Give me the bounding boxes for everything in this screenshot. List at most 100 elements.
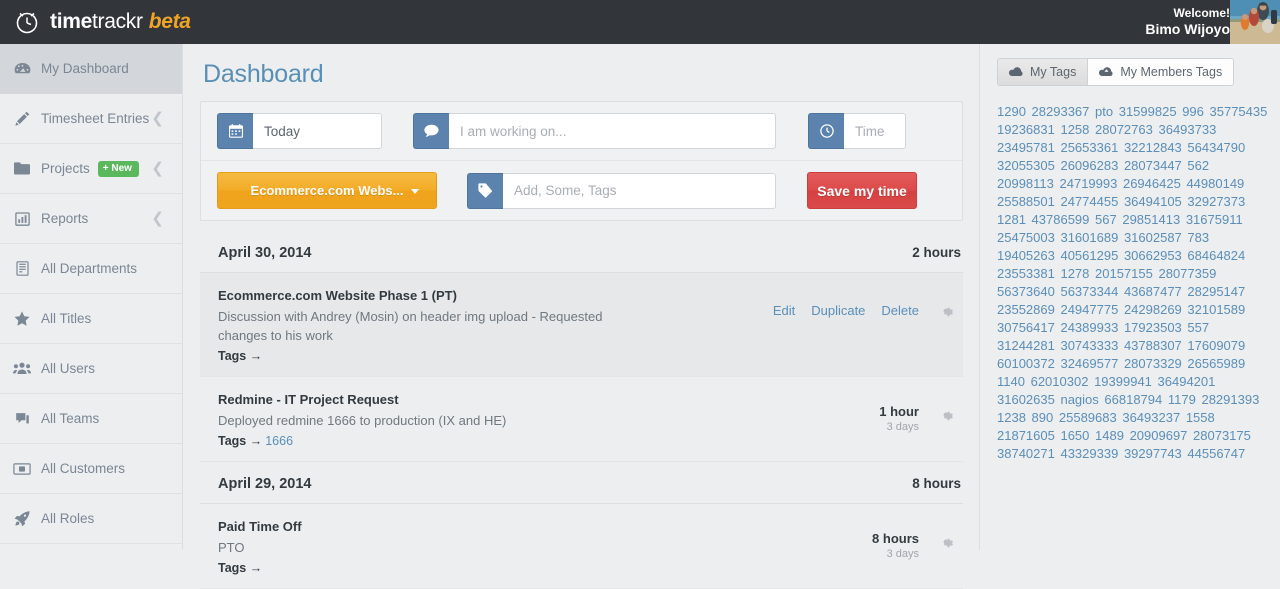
tag-link[interactable]: 31599825 [1119, 104, 1177, 119]
tag-link[interactable]: pto [1095, 104, 1113, 119]
tag-link[interactable]: 25653361 [1060, 140, 1118, 155]
sidebar-item-reports[interactable]: Reports ❮ [0, 194, 182, 244]
chevron-left-icon[interactable]: ❮ [151, 211, 164, 226]
sidebar-item-all-customers[interactable]: All Customers [0, 444, 182, 494]
tag-link[interactable]: 1140 [997, 374, 1025, 389]
project-select-button[interactable]: Ecommerce.com Webs... [217, 172, 437, 209]
entry-row[interactable]: Redmine - IT Project Request Deployed re… [200, 377, 963, 462]
tag-link[interactable]: 28072763 [1095, 122, 1153, 137]
tag-link[interactable]: 19405263 [997, 248, 1055, 263]
tag-link[interactable]: 66818794 [1104, 392, 1162, 407]
tags-input-group[interactable]: Add, Some, Tags [467, 172, 776, 209]
task-input[interactable]: I am working on... [449, 113, 776, 149]
tag-link[interactable]: 28295147 [1187, 284, 1245, 299]
tag-link[interactable]: 44980149 [1186, 176, 1244, 191]
tag-link[interactable]: 31675911 [1186, 212, 1243, 227]
tag-link[interactable]: 29851413 [1122, 212, 1180, 227]
projects-new-badge[interactable]: + New [97, 160, 139, 177]
tag-link[interactable]: 25588501 [997, 194, 1055, 209]
entry-row[interactable]: Ecommerce.com Website Phase 1 (PT) Discu… [200, 273, 963, 377]
tag-link[interactable]: 36494201 [1158, 374, 1216, 389]
tags-input[interactable]: Add, Some, Tags [503, 172, 776, 209]
tag-link[interactable]: 26946425 [1123, 176, 1181, 191]
tag-link[interactable]: 36493237 [1122, 410, 1180, 425]
tag-link[interactable]: 890 [1032, 410, 1054, 425]
entry-row[interactable]: Paid Time Off PTO Tags → 8 hours 3 days [200, 504, 963, 589]
sidebar-item-all-users[interactable]: All Users [0, 344, 182, 394]
tag-link[interactable]: 62010302 [1031, 374, 1089, 389]
date-input[interactable]: Today [253, 113, 382, 149]
tag-link[interactable]: 28077359 [1158, 266, 1216, 281]
tag-link[interactable]: 21871605 [997, 428, 1055, 443]
tag-link[interactable]: 30743333 [1060, 338, 1118, 353]
sidebar-item-timesheet-entries[interactable]: Timesheet Entries ❮ [0, 94, 182, 144]
sidebar-item-my-dashboard[interactable]: My Dashboard [0, 44, 182, 94]
tag-link[interactable]: 31602587 [1124, 230, 1182, 245]
tag-link[interactable]: 32469577 [1060, 356, 1118, 371]
tag-link[interactable]: 56373344 [1060, 284, 1118, 299]
tag-link[interactable]: 43786599 [1032, 212, 1090, 227]
tab-my-tags[interactable]: My Tags [997, 58, 1089, 86]
time-input[interactable]: Time [844, 113, 906, 149]
time-input-group[interactable]: Time [808, 113, 906, 149]
tag-link[interactable]: 28073447 [1124, 158, 1182, 173]
tag-link[interactable]: nagios [1060, 392, 1098, 407]
tag-link[interactable]: 60100372 [997, 356, 1055, 371]
tag-link[interactable]: 1489 [1095, 428, 1124, 443]
tag-link[interactable]: 28073175 [1193, 428, 1251, 443]
sidebar-item-all-roles[interactable]: All Roles [0, 494, 182, 544]
brand-logo[interactable]: timetrackr beta [0, 9, 191, 35]
tag-link[interactable]: 562 [1187, 158, 1209, 173]
tag-link[interactable]: 36493733 [1158, 122, 1216, 137]
task-input-group[interactable]: I am working on... [413, 113, 776, 149]
tag-link[interactable]: 24774455 [1060, 194, 1118, 209]
tag-link[interactable]: 68464824 [1187, 248, 1245, 263]
tag-link[interactable]: 28073329 [1124, 356, 1182, 371]
tag-link[interactable]: 31602635 [997, 392, 1055, 407]
tag-link[interactable]: 20998113 [997, 176, 1054, 191]
duplicate-link[interactable]: Duplicate [811, 303, 865, 318]
delete-link[interactable]: Delete [881, 303, 919, 318]
tag-link[interactable]: 23553381 [997, 266, 1055, 281]
avatar[interactable] [1230, 0, 1280, 44]
tag-link[interactable]: 43329339 [1060, 446, 1118, 461]
tag-link[interactable]: 32927373 [1187, 194, 1245, 209]
tag-link[interactable]: 1558 [1186, 410, 1215, 425]
date-input-group[interactable]: Today [217, 113, 382, 149]
tag-link[interactable]: 19236831 [997, 122, 1055, 137]
tag-link[interactable]: 24389933 [1060, 320, 1118, 335]
tag-link[interactable]: 32212843 [1124, 140, 1182, 155]
tag-link[interactable]: 32055305 [997, 158, 1055, 173]
tag-link[interactable]: 557 [1187, 320, 1209, 335]
gear-icon[interactable] [931, 304, 961, 318]
tag-link[interactable]: 17923503 [1124, 320, 1182, 335]
sidebar-item-all-teams[interactable]: All Teams [0, 394, 182, 444]
tag-link[interactable]: 28293367 [1032, 104, 1090, 119]
tag-link[interactable]: 996 [1182, 104, 1204, 119]
tag-link[interactable]: 28291393 [1201, 392, 1259, 407]
tag-link[interactable]: 23552869 [997, 302, 1055, 317]
tag-link[interactable]: 32101589 [1187, 302, 1245, 317]
chevron-left-icon[interactable]: ❮ [151, 111, 164, 126]
tag-link[interactable]: 1650 [1060, 428, 1089, 443]
gear-icon[interactable] [931, 408, 961, 422]
save-time-button[interactable]: Save my time [807, 172, 917, 209]
tag-link[interactable]: 567 [1095, 212, 1117, 227]
tag-link[interactable]: 44556747 [1187, 446, 1245, 461]
tag-link[interactable]: 17609079 [1187, 338, 1245, 353]
tag-link[interactable]: 24947775 [1060, 302, 1118, 317]
tab-my-members-tags[interactable]: My Members Tags [1088, 58, 1235, 86]
sidebar-item-projects[interactable]: Projects + New ❮ [0, 144, 182, 194]
tag-link[interactable]: 56434790 [1187, 140, 1245, 155]
tag-link[interactable]: 31244281 [997, 338, 1055, 353]
tag-link[interactable]: 1258 [1060, 122, 1089, 137]
tag-link[interactable]: 30756417 [997, 320, 1055, 335]
sidebar-item-all-titles[interactable]: All Titles [0, 294, 182, 344]
tag-link[interactable]: 56373640 [997, 284, 1055, 299]
tag-link[interactable]: 1278 [1060, 266, 1089, 281]
gear-icon[interactable] [931, 535, 961, 549]
tag-link[interactable]: 24719993 [1060, 176, 1118, 191]
tag-link[interactable]: 19399941 [1094, 374, 1152, 389]
tag-link[interactable]: 1290 [997, 104, 1026, 119]
tag-link[interactable]: 23495781 [997, 140, 1055, 155]
